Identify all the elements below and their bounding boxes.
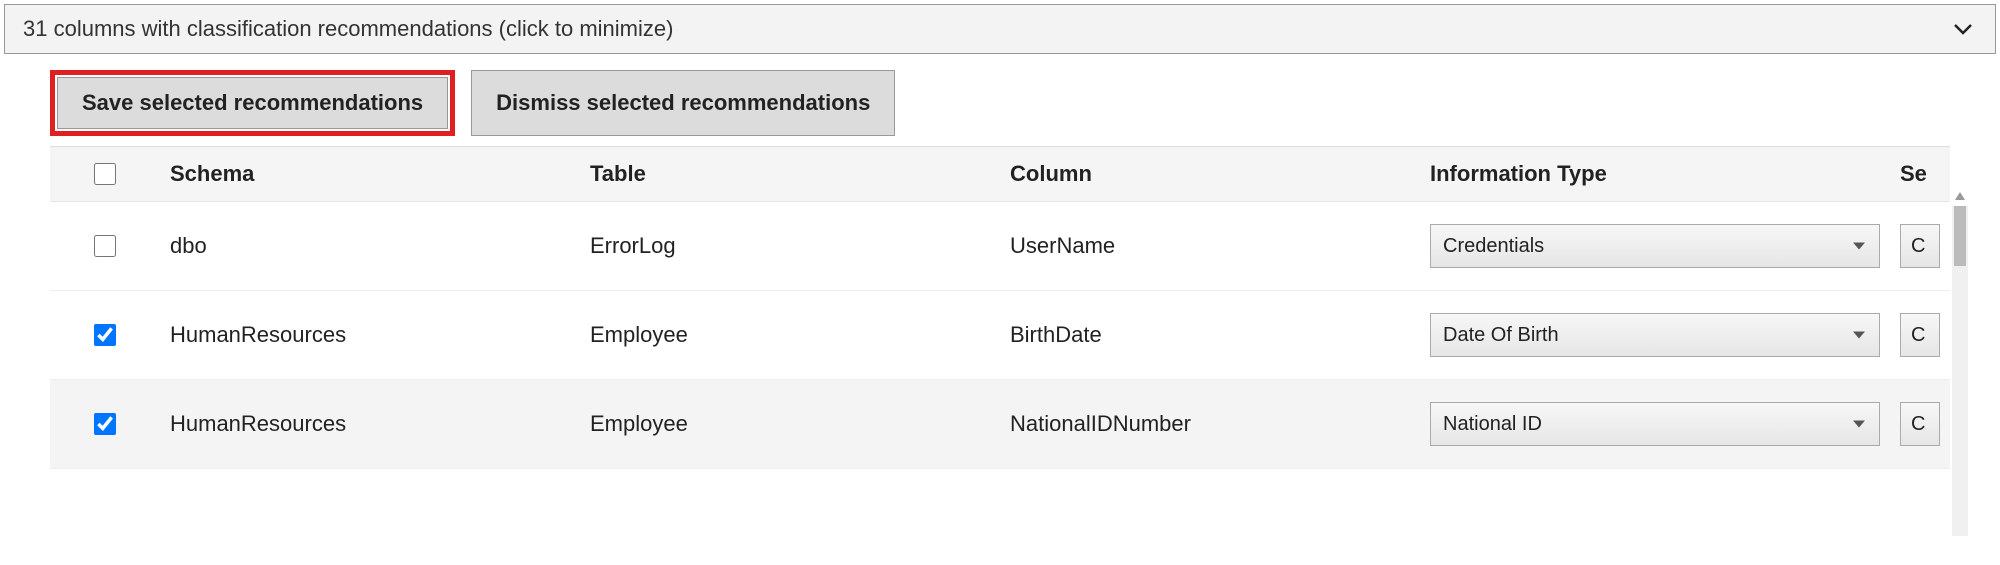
header-info-type: Information Type <box>1420 147 1890 201</box>
info-type-select[interactable]: National ID <box>1430 402 1880 446</box>
cell-column: NationalIDNumber <box>1000 389 1420 459</box>
header-column: Column <box>1000 147 1420 201</box>
cell-table: Employee <box>580 389 1000 459</box>
header-schema: Schema <box>160 147 580 201</box>
info-type-value: Date Of Birth <box>1443 324 1559 347</box>
sensitivity-select-cut[interactable]: C <box>1900 224 1940 268</box>
row-checkbox[interactable] <box>94 235 116 257</box>
recommendations-table: Schema Table Column Information Type Se … <box>50 146 1950 469</box>
action-button-row: Save selected recommendations Dismiss se… <box>0 54 2000 146</box>
cell-schema: HumanResources <box>160 300 580 370</box>
sensitivity-value-cut: C <box>1911 413 1925 436</box>
cell-schema: HumanResources <box>160 389 580 459</box>
cell-table: ErrorLog <box>580 211 1000 281</box>
cell-schema: dbo <box>160 211 580 281</box>
cell-column: BirthDate <box>1000 300 1420 370</box>
info-type-select[interactable]: Date Of Birth <box>1430 313 1880 357</box>
scroll-thumb[interactable] <box>1954 206 1966 266</box>
sensitivity-select-cut[interactable]: C <box>1900 402 1940 446</box>
header-sensitivity-cut: Se <box>1890 147 1990 201</box>
table-row: dbo ErrorLog UserName Credentials C <box>50 202 1950 291</box>
table-row: HumanResources Employee NationalIDNumber… <box>50 380 1950 469</box>
header-table: Table <box>580 147 1000 201</box>
info-type-value: National ID <box>1443 413 1542 436</box>
sensitivity-value-cut: C <box>1911 235 1925 258</box>
table-header-row: Schema Table Column Information Type Se <box>50 146 1950 202</box>
collapse-bar-text: 31 columns with classification recommend… <box>23 16 673 42</box>
dismiss-recommendations-button[interactable]: Dismiss selected recommendations <box>471 70 895 136</box>
info-type-value: Credentials <box>1443 235 1544 258</box>
chevron-down-icon <box>1949 15 1977 43</box>
scroll-up-arrow-icon <box>1955 192 1965 200</box>
save-recommendations-button[interactable]: Save selected recommendations <box>57 77 448 129</box>
row-checkbox[interactable] <box>94 324 116 346</box>
sensitivity-select-cut[interactable]: C <box>1900 313 1940 357</box>
vertical-scrollbar[interactable] <box>1952 206 1968 536</box>
select-all-checkbox[interactable] <box>94 163 116 185</box>
info-type-select[interactable]: Credentials <box>1430 224 1880 268</box>
cell-column: UserName <box>1000 211 1420 281</box>
sensitivity-value-cut: C <box>1911 324 1925 347</box>
cell-table: Employee <box>580 300 1000 370</box>
highlight-annotation: Save selected recommendations <box>50 70 455 136</box>
table-row: HumanResources Employee BirthDate Date O… <box>50 291 1950 380</box>
row-checkbox[interactable] <box>94 413 116 435</box>
recommendations-collapse-bar[interactable]: 31 columns with classification recommend… <box>4 4 1996 54</box>
